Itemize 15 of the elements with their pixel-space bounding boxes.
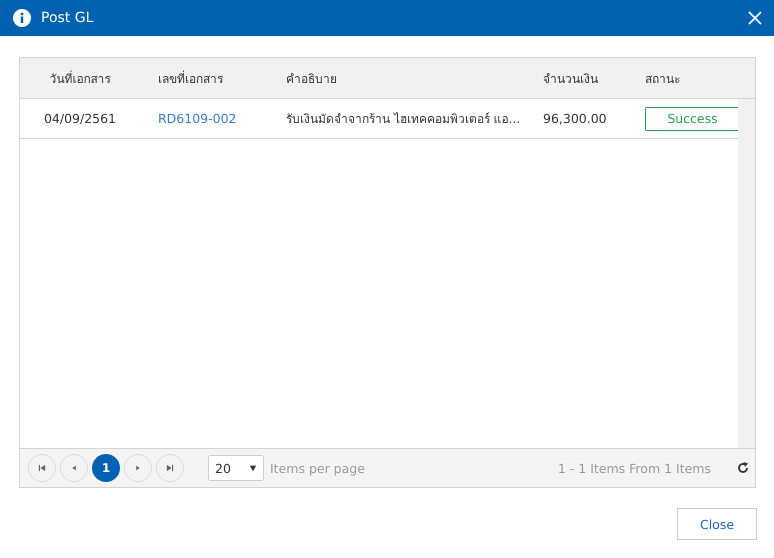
document-link[interactable]: RD6109-002 [140,111,268,126]
items-per-page-label: Items per page [270,460,366,476]
items-summary: 1 - 1 Items From 1 Items [558,460,711,476]
window-title: Post GL [41,10,94,26]
column-header[interactable]: จำนวนเงิน [525,68,627,88]
page-size-dropdown[interactable]: 20 [208,455,264,481]
column-header[interactable]: สถานะ [627,68,755,88]
column-header[interactable]: คำอธิบาย [268,68,525,88]
table-cell-text: 96,300.00 [542,111,608,126]
table-cell-text: 04/09/2561 [42,111,118,126]
table-cell-text: รับเงินมัดจำจากร้าน ไฮเทคคอมพิวเตอร์ แอ... [285,111,522,128]
column-header[interactable]: เลขที่เอกสาร [140,68,268,88]
close-button[interactable]: Close [677,508,757,540]
page-button[interactable]: 1 [92,454,120,482]
column-header[interactable]: วันที่เอกสาร [20,68,140,88]
